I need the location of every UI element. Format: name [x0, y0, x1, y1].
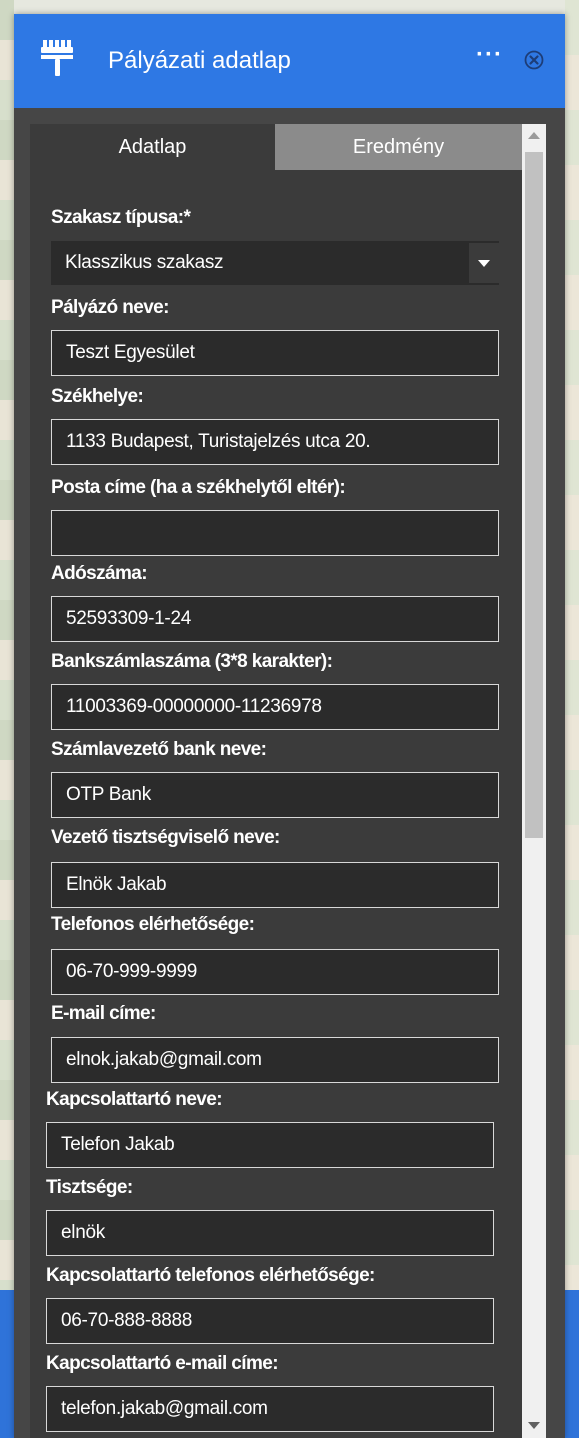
tax-number-field[interactable]: 52593309-1-24 — [51, 596, 499, 642]
postal-address-field[interactable] — [51, 510, 499, 556]
panel-title: Pályázati adatlap — [108, 47, 291, 74]
email-label: E-mail címe: — [51, 1003, 156, 1024]
vertical-scrollbar[interactable] — [522, 124, 546, 1438]
leader-name-field[interactable]: Elnök Jakab — [51, 862, 499, 908]
tab-adatlap[interactable]: Adatlap — [30, 124, 275, 170]
chevron-down-icon — [478, 260, 490, 267]
contact-name-field[interactable]: Telefon Jakab — [46, 1122, 494, 1168]
contact-title-field[interactable]: elnök — [46, 1210, 494, 1256]
panel-header: Pályázati adatlap ··· — [14, 14, 565, 108]
applicant-name-field[interactable]: Teszt Egyesület — [51, 330, 499, 376]
contact-phone-field[interactable]: 06-70-888-8888 — [46, 1298, 494, 1344]
tax-number-label: Adószáma: — [51, 563, 148, 584]
contact-title-label: Tisztsége: — [46, 1177, 133, 1198]
phone-label: Telefonos elérhetősége: — [51, 914, 255, 935]
email-field[interactable]: elnok.jakab@gmail.com — [51, 1037, 499, 1083]
bank-name-field[interactable]: OTP Bank — [51, 772, 499, 818]
tab-eredmeny[interactable]: Eredmény — [275, 124, 522, 170]
dropdown-button[interactable] — [467, 243, 499, 283]
bank-name-label: Számlavezető bank neve: — [51, 739, 267, 760]
postal-address-label: Posta címe (ha a székhelytől eltér): — [51, 477, 346, 498]
paint-roller-icon — [41, 40, 73, 76]
close-circle-icon[interactable] — [524, 50, 544, 70]
phone-field[interactable]: 06-70-999-9999 — [51, 949, 499, 995]
contact-phone-label: Kapcsolattartó telefonos elérhetősége: — [46, 1265, 375, 1286]
applicant-name-label: Pályázó neve: — [51, 297, 169, 318]
scroll-up-icon[interactable] — [528, 132, 540, 139]
application-form-panel: Pályázati adatlap ··· Adatlap Eredmény S… — [14, 14, 565, 1438]
more-options-button[interactable]: ··· — [476, 40, 503, 70]
section-type-label: Szakasz típusa:* — [51, 207, 191, 228]
leader-name-label: Vezető tisztségviselő neve: — [51, 827, 280, 848]
tab-bar: Adatlap Eredmény — [30, 124, 522, 170]
map-bottom-left-strip — [0, 1290, 14, 1438]
section-type-select[interactable]: Klasszikus szakasz — [51, 241, 499, 285]
bank-account-field[interactable]: 11003369-00000000-11236978 — [51, 684, 499, 730]
headquarters-label: Székhelye: — [51, 386, 144, 407]
scroll-thumb[interactable] — [525, 152, 543, 838]
contact-email-label: Kapcsolattartó e-mail címe: — [46, 1353, 279, 1374]
section-type-value: Klasszikus szakasz — [65, 252, 224, 273]
panel-body: Adatlap Eredmény Szakasz típusa:* Klassz… — [14, 108, 565, 1438]
contact-name-label: Kapcsolattartó neve: — [46, 1089, 223, 1110]
bank-account-label: Bankszámlaszáma (3*8 karakter): — [51, 651, 333, 672]
form-content: Adatlap Eredmény Szakasz típusa:* Klassz… — [30, 124, 522, 1438]
map-right-strip — [565, 0, 579, 1438]
scroll-down-icon[interactable] — [528, 1422, 540, 1429]
map-top-strip — [0, 0, 579, 14]
map-bottom-right-strip — [565, 1290, 579, 1438]
map-left-strip — [0, 0, 14, 1438]
headquarters-field[interactable]: 1133 Budapest, Turistajelzés utca 20. — [51, 419, 499, 465]
contact-email-field[interactable]: telefon.jakab@gmail.com — [46, 1386, 494, 1432]
